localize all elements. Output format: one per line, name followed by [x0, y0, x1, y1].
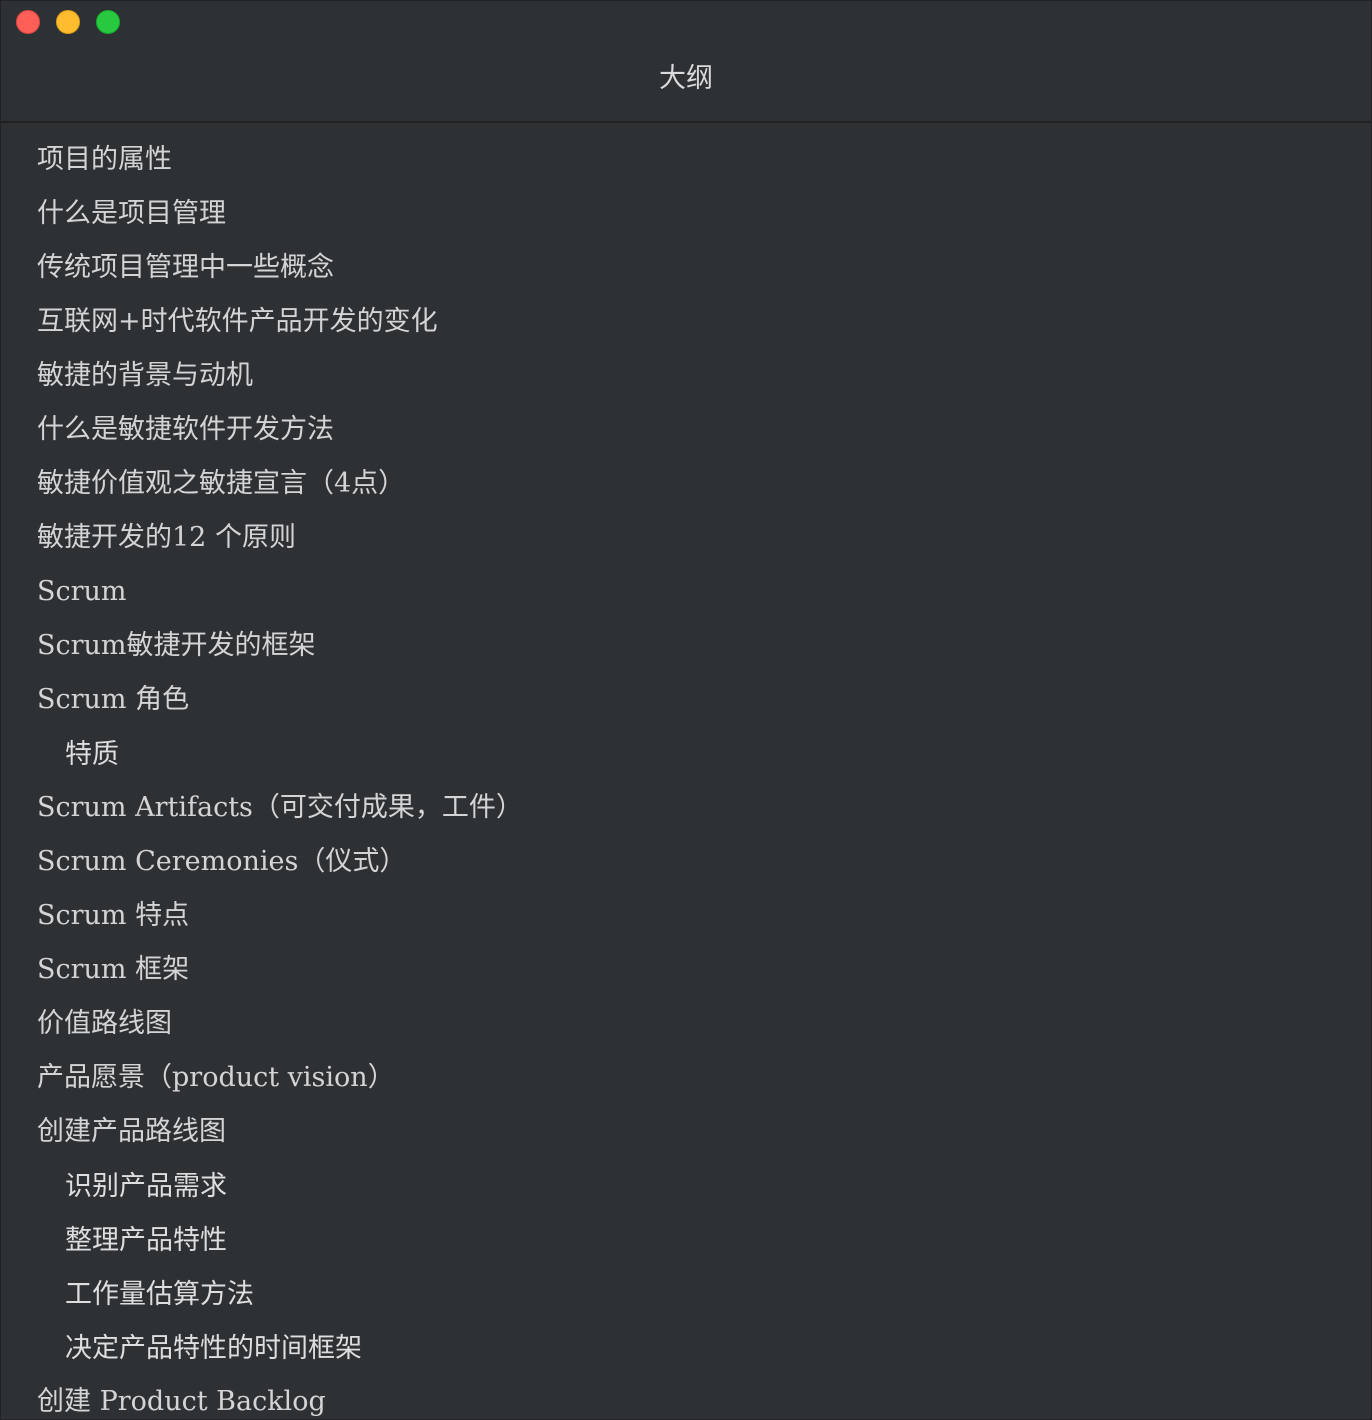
- outline-item[interactable]: 敏捷的背景与动机: [1, 349, 1371, 403]
- outline-item[interactable]: 价值路线图: [1, 997, 1371, 1051]
- outline-item[interactable]: Scrum Ceremonies（仪式）: [1, 835, 1371, 889]
- outline-item[interactable]: Scrum 特点: [1, 889, 1371, 943]
- outline-list: 项目的属性 什么是项目管理 传统项目管理中一些概念 互联网+时代软件产品开发的变化 敏捷…: [1, 123, 1371, 1419]
- outline-item[interactable]: 产品愿景（product vision）: [1, 1051, 1371, 1105]
- outline-item[interactable]: Scrum敏捷开发的框架: [1, 619, 1371, 673]
- outline-item[interactable]: Scrum 角色: [1, 673, 1371, 727]
- window-controls: [16, 10, 120, 34]
- outline-item[interactable]: 什么是项目管理: [1, 187, 1371, 241]
- outline-item[interactable]: 敏捷价值观之敏捷宣言（4点）: [1, 457, 1371, 511]
- window-title: 大纲: [659, 63, 713, 94]
- outline-item[interactable]: 项目的属性: [1, 133, 1371, 187]
- outline-item[interactable]: 什么是敏捷软件开发方法: [1, 403, 1371, 457]
- outline-item[interactable]: 创建产品路线图: [1, 1105, 1371, 1159]
- maximize-button[interactable]: [96, 10, 120, 34]
- close-button[interactable]: [16, 10, 40, 34]
- outline-item[interactable]: Scrum Artifacts（可交付成果，工件）: [1, 781, 1371, 835]
- outline-subitem[interactable]: 工作量估算方法: [1, 1267, 1371, 1321]
- title-bar[interactable]: 大纲: [1, 1, 1371, 123]
- outline-item[interactable]: 敏捷开发的12 个原则: [1, 511, 1371, 565]
- outline-item[interactable]: 创建 Product Backlog: [1, 1375, 1371, 1419]
- outline-window: 大纲 项目的属性 什么是项目管理 传统项目管理中一些概念 互联网+时代软件产品开发的变…: [0, 0, 1372, 1420]
- outline-subitem[interactable]: 特质: [1, 727, 1371, 781]
- outline-subitem[interactable]: 决定产品特性的时间框架: [1, 1321, 1371, 1375]
- minimize-button[interactable]: [56, 10, 80, 34]
- outline-item[interactable]: 互联网+时代软件产品开发的变化: [1, 295, 1371, 349]
- outline-item[interactable]: 传统项目管理中一些概念: [1, 241, 1371, 295]
- outline-subitem[interactable]: 整理产品特性: [1, 1213, 1371, 1267]
- outline-subitem[interactable]: 识别产品需求: [1, 1159, 1371, 1213]
- outline-item[interactable]: Scrum: [1, 565, 1371, 619]
- outline-item[interactable]: Scrum 框架: [1, 943, 1371, 997]
